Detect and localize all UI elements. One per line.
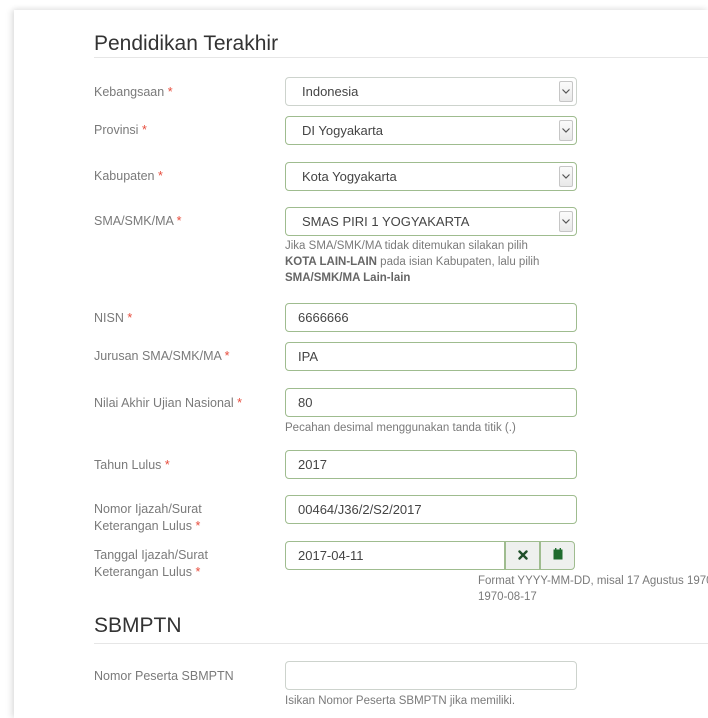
required-mark: * — [176, 214, 182, 228]
label-line: Keterangan Lulus * — [94, 518, 266, 535]
section-divider — [94, 57, 708, 58]
input-value: 00464/J36/2/S2/2017 — [298, 502, 422, 517]
label-text: Tahun Lulus — [94, 458, 162, 472]
label-text: Keterangan Lulus — [94, 519, 192, 533]
help-line: SMA/SMK/MA Lain-lain — [285, 270, 539, 286]
label-text: Nomor Ijazah/Surat — [94, 502, 202, 516]
help-nilai: Pecahan desimal menggunakan tanda titik … — [285, 422, 516, 434]
label-text: Kabupaten — [94, 169, 155, 183]
help-tanggal-ijazah: Format YYYY-MM-DD, misal 17 Agustus 1970… — [478, 573, 708, 605]
clear-date-button[interactable] — [505, 541, 540, 570]
nomor-ijazah-input[interactable]: 00464/J36/2/S2/2017 — [285, 495, 577, 524]
nisn-input[interactable]: 6666666 — [285, 303, 577, 332]
help-text: pada isian Kabupaten, lalu pilih — [376, 256, 540, 268]
label-tanggal-ijazah: Tanggal Ijazah/Surat Keterangan Lulus * — [94, 547, 266, 581]
label-tahun-lulus: Tahun Lulus * — [94, 457, 266, 474]
required-mark: * — [224, 349, 230, 363]
select-value: Kota Yogyakarta — [302, 169, 397, 184]
section-title-pendidikan: Pendidikan Terakhir — [94, 32, 279, 55]
tahun-lulus-input[interactable]: 2017 — [285, 450, 577, 479]
label-nilai: Nilai Akhir Ujian Nasional * — [94, 395, 266, 412]
label-text: Tanggal Ijazah/Surat — [94, 548, 208, 562]
jurusan-input[interactable]: IPA — [285, 342, 577, 371]
label-kebangsaan: Kebangsaan * — [94, 84, 266, 101]
label-text: NISN — [94, 311, 124, 325]
select-value: SMAS PIRI 1 YOGYAKARTA — [302, 214, 470, 229]
label-kabupaten: Kabupaten * — [94, 168, 266, 185]
input-value: IPA — [298, 349, 318, 364]
required-mark: * — [195, 519, 201, 533]
input-value: 2017 — [298, 457, 327, 472]
required-mark: * — [141, 123, 147, 137]
section-title-sbmptn: SBMPTN — [94, 614, 182, 637]
chevron-down-icon[interactable] — [559, 166, 573, 187]
label-text: Nilai Akhir Ujian Nasional — [94, 396, 234, 410]
required-mark: * — [195, 565, 201, 579]
label-text: Keterangan Lulus — [94, 565, 192, 579]
select-value: DI Yogyakarta — [302, 123, 383, 138]
label-provinsi: Provinsi * — [94, 122, 266, 139]
page: Pendidikan Terakhir Kebangsaan * Indones… — [0, 0, 708, 718]
label-sma: SMA/SMK/MA * — [94, 213, 266, 230]
help-bold: SMA/SMK/MA Lain-lain — [285, 272, 411, 284]
close-icon — [517, 547, 528, 565]
select-value: Indonesia — [302, 84, 359, 99]
input-value: 80 — [298, 395, 313, 410]
help-sma: Jika SMA/SMK/MA tidak ditemukan silakan … — [285, 238, 539, 286]
label-text: SMA/SMK/MA — [94, 214, 174, 228]
select-kebangsaan[interactable]: Indonesia — [285, 77, 577, 106]
help-sbmptn: Isikan Nomor Peserta SBMPTN jika memilik… — [285, 695, 516, 707]
chevron-down-icon[interactable] — [559, 81, 573, 102]
chevron-down-icon[interactable] — [559, 211, 573, 232]
label-jurusan: Jurusan SMA/SMK/MA * — [94, 348, 266, 365]
label-line: Keterangan Lulus * — [94, 564, 266, 581]
open-calendar-button[interactable] — [540, 541, 575, 570]
label-nisn: NISN * — [94, 310, 266, 327]
section-divider — [94, 643, 708, 644]
label-text: Kebangsaan — [94, 85, 165, 99]
label-text: Jurusan SMA/SMK/MA — [94, 349, 222, 363]
required-mark: * — [167, 85, 173, 99]
tanggal-ijazah-input[interactable]: 2017-04-11 — [285, 541, 505, 570]
select-kabupaten[interactable]: Kota Yogyakarta — [285, 162, 577, 191]
input-value: 6666666 — [298, 310, 349, 325]
required-mark: * — [237, 396, 243, 410]
calendar-icon — [553, 547, 563, 565]
help-line: Format YYYY-MM-DD, misal 17 Agustus 1970 — [478, 575, 708, 587]
label-nomor-ijazah: Nomor Ijazah/Surat Keterangan Lulus * — [94, 501, 266, 535]
chevron-down-icon[interactable] — [559, 120, 573, 141]
help-bold: KOTA LAIN-LAIN — [285, 256, 377, 268]
required-mark: * — [157, 169, 163, 183]
help-line: Jika SMA/SMK/MA tidak ditemukan silakan … — [285, 240, 528, 252]
label-sbmptn: Nomor Peserta SBMPTN — [94, 669, 234, 683]
input-value: 2017-04-11 — [298, 548, 364, 563]
required-mark: * — [127, 311, 133, 325]
required-mark: * — [164, 458, 170, 472]
select-provinsi[interactable]: DI Yogyakarta — [285, 116, 577, 145]
sbmptn-input[interactable] — [285, 661, 577, 690]
nilai-input[interactable]: 80 — [285, 388, 577, 417]
help-line: 1970-08-17 — [478, 591, 537, 603]
select-sma[interactable]: SMAS PIRI 1 YOGYAKARTA — [285, 207, 577, 236]
help-line: KOTA LAIN-LAIN pada isian Kabupaten, lal… — [285, 254, 539, 270]
label-text: Provinsi — [94, 123, 139, 137]
